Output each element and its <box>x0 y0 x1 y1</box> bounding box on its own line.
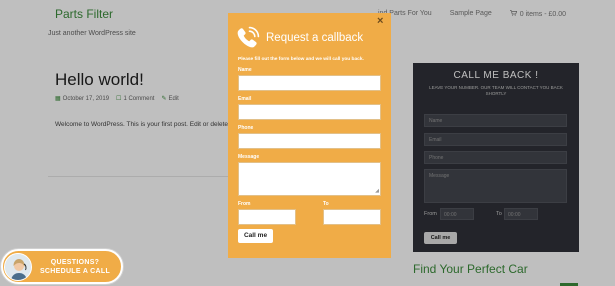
name-input[interactable] <box>238 75 381 91</box>
pill-line-1: QUESTIONS? <box>50 259 100 266</box>
email-label: Email <box>238 96 252 102</box>
callback-modal: × Request a callback Please fill out the… <box>228 13 391 258</box>
pill-line-2: SCHEDULE A CALL <box>39 268 111 275</box>
schedule-call-pill[interactable]: QUESTIONS? SCHEDULE A CALL <box>1 249 123 284</box>
modal-title: Request a callback <box>266 32 364 44</box>
message-textarea[interactable]: ◢ <box>238 162 381 196</box>
close-button[interactable]: × <box>377 16 383 27</box>
to-label: To <box>323 201 329 207</box>
phone-label: Phone <box>238 125 254 131</box>
pill-text: QUESTIONS? SCHEDULE A CALL <box>33 258 117 276</box>
avatar <box>4 253 32 281</box>
name-label: Name <box>238 67 252 73</box>
phone-input[interactable] <box>238 133 381 149</box>
to-input[interactable] <box>323 209 381 225</box>
message-label: Message <box>238 154 260 160</box>
from-input[interactable] <box>238 209 296 225</box>
modal-intro: Please fill out the form below and we wi… <box>238 57 364 62</box>
from-label: From <box>238 201 251 207</box>
phone-ringing-icon <box>236 26 260 50</box>
call-me-button[interactable]: Call me <box>238 229 273 243</box>
email-input[interactable] <box>238 104 381 120</box>
resize-grip-icon[interactable]: ◢ <box>375 189 379 194</box>
